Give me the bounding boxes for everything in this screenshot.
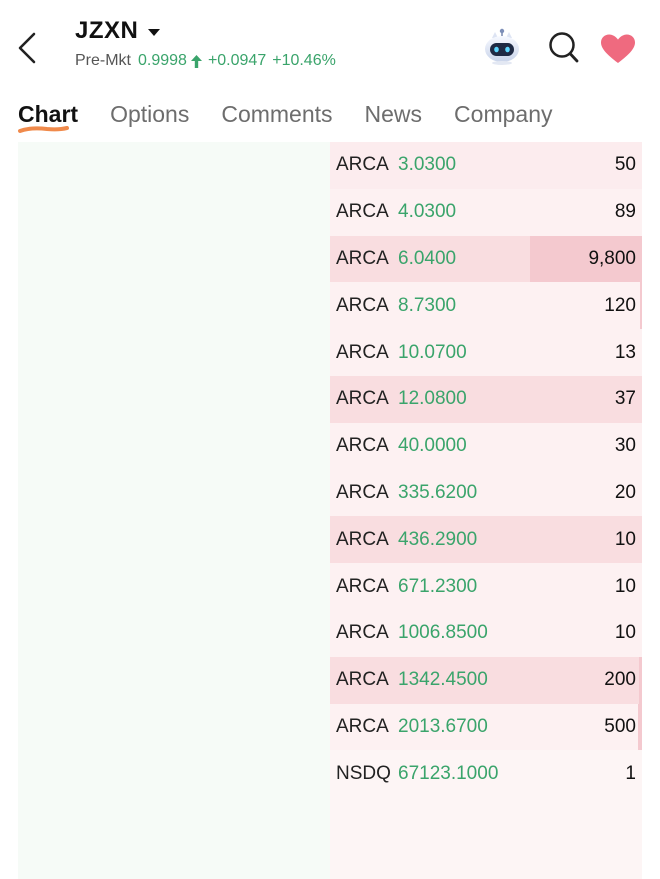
ask-price: 67123.1000 <box>398 762 499 784</box>
active-tab-indicator <box>18 126 69 133</box>
ask-price: 6.0400 <box>398 247 457 269</box>
search-icon[interactable] <box>548 31 580 65</box>
ask-exchange: ARCA <box>336 715 389 737</box>
ask-row[interactable]: ARCA 1006.8500 10 <box>330 609 642 657</box>
ask-row[interactable]: ARCA 6.0400 9,800 <box>330 235 642 283</box>
tab-chart-label: Chart <box>18 101 79 127</box>
ask-size-bar <box>638 703 642 751</box>
ask-size: 1 <box>625 762 636 784</box>
ask-exchange: ARCA <box>336 435 389 457</box>
back-arrow-icon[interactable] <box>14 30 44 66</box>
tab-company-label: Company <box>454 101 553 127</box>
ask-exchange: ARCA <box>336 154 389 176</box>
ask-price: 4.0300 <box>398 201 457 223</box>
ask-size: 37 <box>614 388 636 410</box>
tab-chart[interactable]: Chart <box>18 101 79 133</box>
ask-row[interactable]: ARCA 335.6200 20 <box>330 469 642 517</box>
pre-market-label: Pre-Mkt <box>75 52 131 69</box>
tab-options[interactable]: Options <box>110 101 189 128</box>
ask-size: 9,800 <box>588 247 636 269</box>
ask-exchange: ARCA <box>336 528 389 550</box>
top-bar: JZXN Pre-Mkt 0.9998 +0.0947 +10.46% <box>0 0 660 90</box>
ask-row[interactable]: ARCA 436.2900 10 <box>330 516 642 564</box>
arrow-up-icon <box>190 54 202 68</box>
ask-price: 2013.6700 <box>398 715 488 737</box>
tab-news[interactable]: News <box>365 101 423 128</box>
ask-size: 20 <box>614 481 636 503</box>
ask-exchange: NSDQ <box>336 762 391 784</box>
caret-down-icon[interactable] <box>148 28 161 36</box>
ask-row[interactable]: ARCA 8.7300 120 <box>330 282 642 330</box>
ask-list: ARCA 3.0300 50 ARCA 4.0300 89 ARCA 6.0400 9,800 A… <box>330 142 642 797</box>
ask-row[interactable]: ARCA 1342.4500 200 <box>330 656 642 704</box>
ask-price: 10.0700 <box>398 341 467 363</box>
tab-news-label: News <box>364 101 423 127</box>
ask-size: 120 <box>604 294 636 316</box>
ask-size: 200 <box>604 669 636 691</box>
ask-row[interactable]: ARCA 3.0300 50 <box>330 142 642 189</box>
ask-size: 89 <box>614 201 636 223</box>
ask-exchange: ARCA <box>336 481 389 503</box>
ask-size: 500 <box>604 715 636 737</box>
ask-exchange: ARCA <box>336 388 389 410</box>
tab-comments[interactable]: Comments <box>221 101 332 128</box>
tab-options-label: Options <box>110 101 190 127</box>
price-change-percent: +10.46% <box>272 52 336 69</box>
ask-exchange: ARCA <box>336 669 389 691</box>
tab-comments-label: Comments <box>221 101 333 127</box>
ask-exchange: ARCA <box>336 622 389 644</box>
ask-price: 1006.8500 <box>398 622 488 644</box>
tab-bar: Chart Options Comments News Company <box>18 96 584 133</box>
ask-row[interactable]: ARCA 2013.6700 500 <box>330 703 642 751</box>
ask-price: 40.0000 <box>398 435 467 457</box>
pre-market-quote: Pre-Mkt 0.9998 +0.0947 +10.46% <box>75 52 336 70</box>
pre-market-price: 0.9998 <box>138 52 187 69</box>
robot-assistant-icon[interactable] <box>482 28 522 66</box>
ask-price: 1342.4500 <box>398 669 488 691</box>
ask-size: 30 <box>614 435 636 457</box>
ask-price: 671.2300 <box>398 575 478 597</box>
ask-row[interactable]: ARCA 671.2300 10 <box>330 563 642 610</box>
ask-size: 10 <box>614 575 636 597</box>
tab-company[interactable]: Company <box>454 101 552 128</box>
ask-row[interactable]: ARCA 40.0000 30 <box>330 422 642 470</box>
ask-row[interactable]: ARCA 4.0300 89 <box>330 188 642 236</box>
ask-price: 436.2900 <box>398 528 478 550</box>
ask-exchange: ARCA <box>336 201 389 223</box>
ask-price: 3.0300 <box>398 154 457 176</box>
ask-row[interactable]: NSDQ 67123.1000 1 <box>330 750 642 797</box>
ask-price: 335.6200 <box>398 481 478 503</box>
ask-size: 10 <box>614 622 636 644</box>
ask-row[interactable]: ARCA 10.0700 13 <box>330 329 642 376</box>
ask-price: 8.7300 <box>398 294 457 316</box>
ticker-selector[interactable]: JZXN <box>75 17 161 45</box>
ask-panel[interactable]: ARCA 3.0300 50 ARCA 4.0300 89 ARCA 6.0400 9,800 A… <box>330 142 642 879</box>
heart-icon[interactable] <box>600 34 636 64</box>
ask-exchange: ARCA <box>336 341 389 363</box>
ask-size-bar <box>640 282 642 330</box>
ask-row[interactable]: ARCA 12.0800 37 <box>330 375 642 423</box>
ask-size: 50 <box>614 154 636 176</box>
ask-price: 12.0800 <box>398 388 467 410</box>
ask-size: 13 <box>614 341 636 363</box>
ask-size: 10 <box>614 528 636 550</box>
price-change: +0.0947 <box>207 52 267 69</box>
ask-size-bar <box>639 656 642 704</box>
ask-exchange: ARCA <box>336 575 389 597</box>
ask-exchange: ARCA <box>336 247 389 269</box>
ticker-symbol[interactable]: JZXN <box>75 17 138 45</box>
ask-exchange: ARCA <box>336 294 389 316</box>
bid-panel <box>18 142 330 879</box>
